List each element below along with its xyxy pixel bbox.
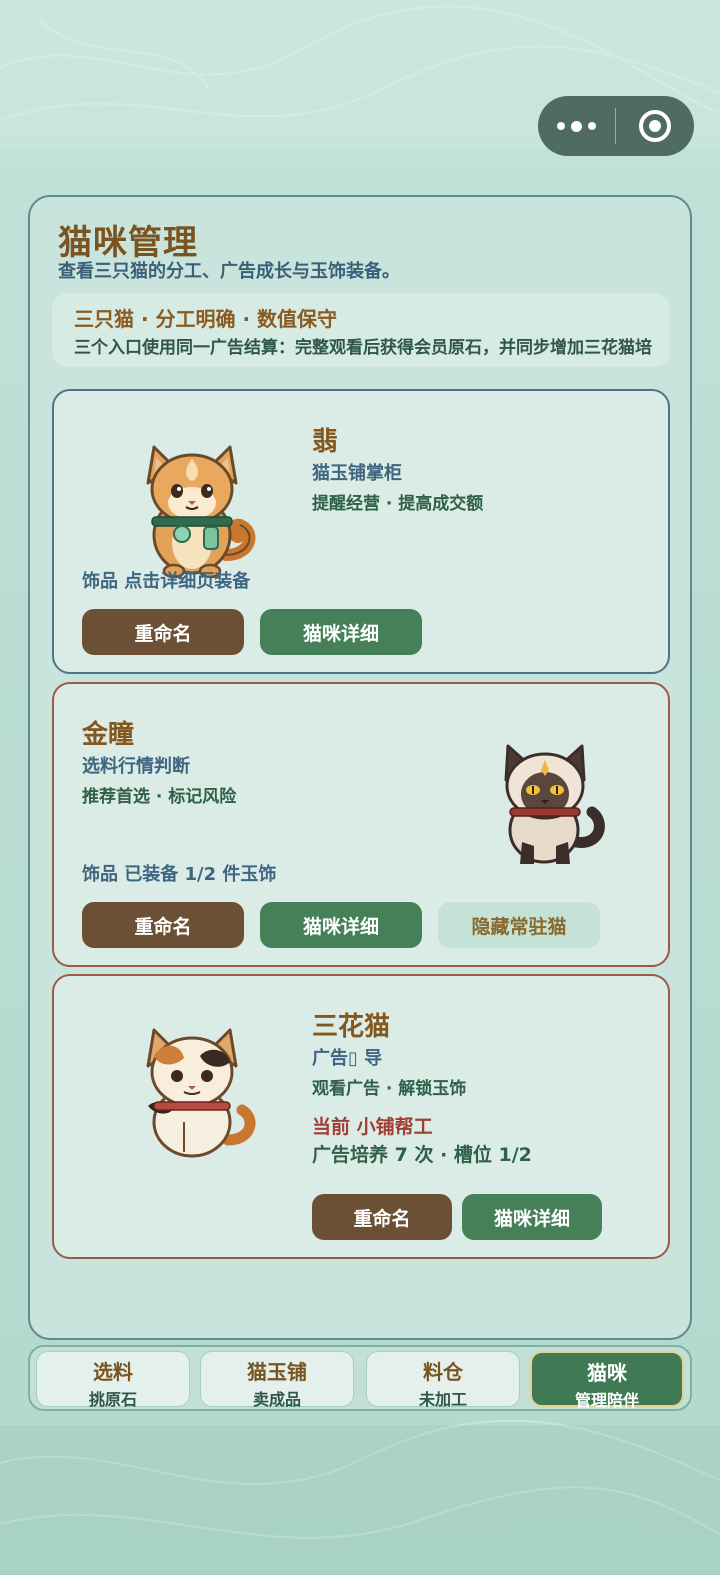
- cat-name: 翡: [312, 427, 339, 457]
- tab-label: 料仓: [423, 1360, 463, 1384]
- rename-button[interactable]: 重命名: [312, 1194, 452, 1240]
- more-dots-icon: [557, 122, 565, 130]
- ornament-status[interactable]: 饰品 点击详细页装备: [82, 567, 250, 593]
- cat-trait: 观看广告 · 解锁玉饰: [312, 1079, 467, 1099]
- ornament-status[interactable]: 饰品 已装备 1/2 件玉饰: [82, 860, 276, 886]
- tab-label: 选料: [93, 1360, 133, 1384]
- tab-sublabel: 未加工: [418, 1390, 467, 1409]
- tab-sublabel: 挑原石: [88, 1390, 137, 1409]
- cat-current-status: 当前 小铺帮工: [312, 1116, 433, 1138]
- orange-cat-illustration: [146, 445, 256, 578]
- ad-training-count: 广告培养 7 次 · 槽位 1/2: [312, 1144, 532, 1166]
- cat-detail-button[interactable]: 猫咪详细: [260, 902, 422, 948]
- cat-trait: 推荐首选 · 标记风险: [82, 787, 237, 807]
- cat-role: 广告▯ 导: [312, 1048, 383, 1069]
- cat-detail-button[interactable]: 猫咪详细: [260, 609, 422, 655]
- more-menu-button[interactable]: [538, 96, 615, 156]
- cat-role: 猫玉铺掌柜: [312, 463, 402, 484]
- tab-jade-shop[interactable]: 猫玉铺 卖成品: [200, 1351, 354, 1409]
- footer-band: [0, 1425, 720, 1575]
- tab-warehouse[interactable]: 料仓 未加工: [366, 1351, 520, 1409]
- miniprogram-capsule: [538, 96, 694, 156]
- more-dots-icon: [588, 122, 596, 130]
- tab-cats[interactable]: 猫咪 管理陪伴: [530, 1351, 684, 1410]
- cat-name: 金瞳: [82, 720, 135, 750]
- cat-role: 选料行情判断: [82, 756, 190, 777]
- cat-trait: 提醒经营 · 提高成交额: [312, 494, 484, 514]
- tab-sublabel: 卖成品: [252, 1390, 301, 1409]
- bottom-tab-bar: 选料 挑原石 猫玉铺 卖成品 料仓 未加工 猫咪 管理陪伴: [28, 1345, 692, 1411]
- rename-button[interactable]: 重命名: [82, 902, 244, 948]
- tab-label: 猫玉铺: [247, 1360, 307, 1384]
- summary-description: 三个入口使用同一广告结算：完整观看后获得会员原石，并同步增加三花猫培: [74, 338, 652, 358]
- tab-sublabel: 管理陪伴: [574, 1391, 639, 1410]
- siamese-cat-illustration: [504, 744, 605, 864]
- tab-label: 猫咪: [587, 1361, 627, 1385]
- more-dots-icon: [571, 120, 582, 132]
- cat-card-sanhua: 三花猫 广告▯ 导 观看广告 · 解锁玉饰 当前 小铺帮工 广告培养 7 次 ·…: [52, 974, 670, 1259]
- cat-detail-button[interactable]: 猫咪详细: [462, 1194, 602, 1240]
- summary-title: 三只猫 · 分工明确 · 数值保守: [74, 307, 338, 331]
- cat-management-panel: 猫咪管理 查看三只猫的分工、广告成长与玉饰装备。 三只猫 · 分工明确 · 数值…: [28, 195, 692, 1340]
- page-subtitle: 查看三只猫的分工、广告成长与玉饰装备。: [58, 261, 400, 282]
- target-circle-icon: [639, 110, 671, 142]
- cat-name: 三花猫: [312, 1012, 391, 1042]
- tab-select-material[interactable]: 选料 挑原石: [36, 1351, 190, 1409]
- cat-card-fei: 翡 猫玉铺掌柜 提醒经营 · 提高成交额 饰品 点击详细页装备 重命名 猫咪详细: [52, 389, 670, 674]
- rename-button[interactable]: 重命名: [82, 609, 244, 655]
- hide-resident-cat-button[interactable]: 隐藏常驻猫: [438, 902, 600, 948]
- summary-box: 三只猫 · 分工明确 · 数值保守 三个入口使用同一广告结算：完整观看后获得会员…: [52, 293, 670, 367]
- cat-card-jintong: 金瞳 选料行情判断 推荐首选 · 标记风险 饰品 已装备 1/2 件玉饰 重命名…: [52, 682, 670, 967]
- close-miniprogram-button[interactable]: [616, 96, 694, 156]
- calico-cat-illustration: [146, 1028, 256, 1158]
